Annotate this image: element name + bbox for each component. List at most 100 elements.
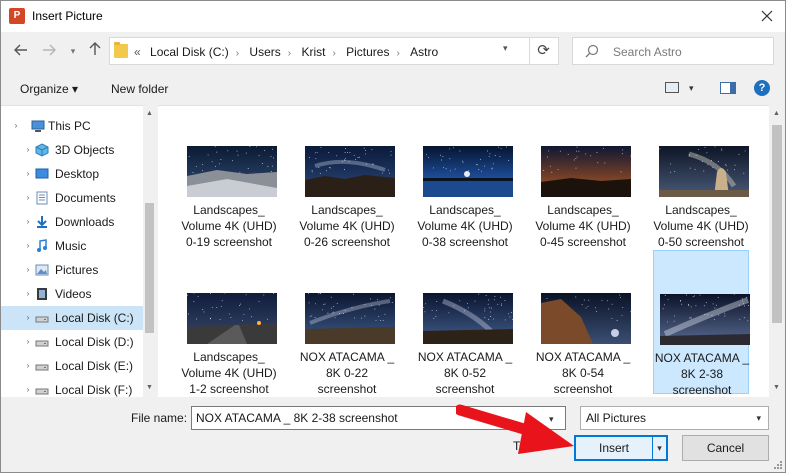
drive-icon: [35, 388, 49, 395]
expand-chevron-icon[interactable]: ›: [23, 162, 33, 186]
image-thumbnail: [659, 146, 749, 197]
chevron-right-icon[interactable]: ›: [332, 48, 335, 59]
navigation-scrollbar[interactable]: ▲ ▼: [143, 105, 156, 397]
nav-item[interactable]: › Local Disk (C:): [1, 306, 143, 330]
nav-item[interactable]: › Local Disk (E:): [1, 354, 143, 378]
search-input[interactable]: Search Astro: [572, 37, 774, 65]
nav-item-label: Local Disk (F:): [55, 383, 133, 397]
image-thumbnail: [423, 146, 513, 197]
file-tile[interactable]: Landscapes_ Volume 4K (UHD) 1-2 screenshot: [181, 250, 277, 396]
file-tile[interactable]: Landscapes_ Volume 4K (UHD) 0-19 screensho…: [181, 106, 277, 250]
file-name: Landscapes_ Volume 4K (UHD) 0-38 screensho…: [417, 202, 513, 250]
nav-item[interactable]: › Documents: [1, 186, 143, 210]
file-name-line: Volume 4K (UHD): [535, 219, 631, 233]
file-tile[interactable]: Landscapes_ Volume 4K (UHD) 0-38 screensho…: [417, 106, 513, 250]
expand-chevron-icon[interactable]: ›: [23, 378, 33, 397]
file-list-scrollbar[interactable]: ▲ ▼: [769, 105, 785, 397]
expand-chevron-icon[interactable]: ›: [11, 114, 21, 138]
nav-item[interactable]: › Local Disk (F:): [1, 378, 143, 397]
chevron-down-icon[interactable]: ▾: [549, 414, 554, 425]
breadcrumb-overflow[interactable]: «: [134, 45, 141, 59]
scroll-up-arrow[interactable]: ▲: [143, 107, 156, 121]
new-folder-button[interactable]: New folder: [111, 82, 168, 96]
forward-button[interactable]: [39, 41, 59, 61]
insert-button[interactable]: Insert ▾: [574, 435, 668, 461]
breadcrumb-item[interactable]: Astro: [410, 45, 438, 59]
expand-chevron-icon[interactable]: ›: [23, 282, 33, 306]
download-icon: [37, 216, 47, 228]
scroll-up-arrow[interactable]: ▲: [770, 107, 783, 121]
file-tile[interactable]: Landscapes_ Volume 4K (UHD) 0-26 screensho…: [299, 106, 395, 250]
nav-item[interactable]: › This PC: [1, 114, 143, 138]
chevron-right-icon[interactable]: ›: [396, 48, 399, 59]
chevron-down-icon[interactable]: ▾: [689, 83, 694, 94]
file-name-input[interactable]: NOX ATACAMA _ 8K 2-38 screenshot: [191, 406, 566, 430]
change-view-icon[interactable]: [665, 82, 679, 93]
scrollbar-thumb[interactable]: [772, 125, 782, 323]
address-history-dropdown[interactable]: ▾: [503, 43, 508, 54]
expand-chevron-icon[interactable]: ›: [23, 186, 33, 210]
tools-menu[interactable]: Tools: [513, 439, 541, 453]
file-tile[interactable]: NOX ATACAMA _ 8K 2-38 screenshot: [653, 250, 750, 397]
insert-options-dropdown[interactable]: ▾: [652, 437, 666, 459]
preview-pane-icon[interactable]: [720, 82, 736, 94]
insert-label[interactable]: Insert: [576, 437, 652, 459]
file-tile[interactable]: NOX ATACAMA _ 8K 0-22 screenshot: [299, 250, 395, 396]
file-tile[interactable]: Landscapes_ Volume 4K (UHD) 0-50 screensho…: [653, 106, 749, 250]
recent-locations-button[interactable]: ▾: [63, 41, 83, 61]
expand-chevron-icon[interactable]: ›: [23, 306, 33, 330]
search-placeholder: Search Astro: [613, 45, 682, 59]
expand-chevron-icon[interactable]: ›: [23, 354, 33, 378]
music-icon: [37, 239, 47, 252]
scroll-down-arrow[interactable]: ▼: [143, 381, 156, 395]
file-name-line: Volume 4K (UHD): [417, 219, 513, 233]
drive-icon: [35, 316, 49, 323]
chevron-right-icon[interactable]: ›: [288, 48, 291, 59]
breadcrumb-item[interactable]: Local Disk (C:): [150, 45, 229, 59]
file-type-select[interactable]: All Pictures ▾: [580, 406, 769, 430]
nav-item[interactable]: › Downloads: [1, 210, 143, 234]
nav-item[interactable]: › Videos: [1, 282, 143, 306]
pictures-icon: [35, 264, 49, 276]
nav-item-label: Desktop: [55, 167, 100, 181]
file-tile[interactable]: Landscapes_ Volume 4K (UHD) 0-45 screensho…: [535, 106, 631, 250]
nav-item[interactable]: › 3D Objects: [1, 138, 143, 162]
arrow-up-icon: [89, 42, 101, 55]
computer-icon: [31, 120, 45, 132]
chevron-right-icon[interactable]: ›: [236, 48, 239, 59]
expand-chevron-icon[interactable]: ›: [23, 210, 33, 234]
help-icon[interactable]: ?: [754, 80, 770, 96]
file-tile[interactable]: NOX ATACAMA _ 8K 0-52 screenshot: [417, 250, 513, 396]
folder-icon: [114, 42, 128, 58]
breadcrumb-item[interactable]: Pictures: [346, 45, 389, 59]
nav-item[interactable]: › Music: [1, 234, 143, 258]
nav-item[interactable]: › Local Disk (D:): [1, 330, 143, 354]
file-name-line: NOX ATACAMA _: [417, 350, 513, 364]
expand-chevron-icon[interactable]: ›: [23, 258, 33, 282]
scroll-down-arrow[interactable]: ▼: [770, 381, 783, 395]
file-name: Landscapes_ Volume 4K (UHD) 0-19 screensho…: [181, 202, 277, 250]
breadcrumb-item[interactable]: Krist: [301, 45, 325, 59]
file-name: NOX ATACAMA _ 8K 2-38 screenshot: [654, 350, 750, 397]
refresh-button[interactable]: ⟳: [529, 38, 557, 64]
close-button[interactable]: [753, 3, 781, 29]
chevron-down-icon: ▾: [503, 43, 508, 53]
nav-item-label: 3D Objects: [55, 143, 115, 157]
nav-item[interactable]: › Pictures: [1, 258, 143, 282]
organize-menu[interactable]: Organize ▾: [20, 82, 78, 96]
file-name-line: Volume 4K (UHD): [653, 219, 749, 233]
nav-item[interactable]: › Desktop: [1, 162, 143, 186]
scrollbar-thumb[interactable]: [145, 203, 154, 333]
back-button[interactable]: [11, 41, 31, 61]
cancel-button[interactable]: Cancel: [682, 435, 769, 461]
breadcrumb-item[interactable]: Users: [249, 45, 280, 59]
image-thumbnail: [187, 146, 277, 197]
file-name-line: Landscapes_: [547, 203, 619, 217]
expand-chevron-icon[interactable]: ›: [23, 138, 33, 162]
up-button[interactable]: [85, 41, 105, 61]
expand-chevron-icon[interactable]: ›: [23, 330, 33, 354]
address-bar[interactable]: « Local Disk (C:) › Users › Krist › Picture…: [109, 37, 559, 65]
expand-chevron-icon[interactable]: ›: [23, 234, 33, 258]
file-tile[interactable]: NOX ATACAMA _ 8K 0-54 screenshot: [535, 250, 631, 396]
resize-grip-icon[interactable]: [773, 460, 783, 470]
